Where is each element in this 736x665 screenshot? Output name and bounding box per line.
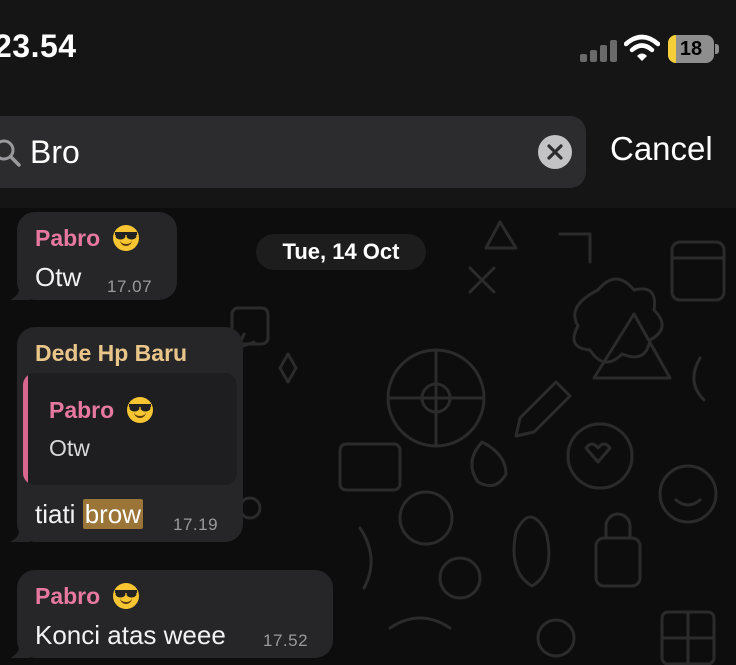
sender-name[interactable]: Pabro bbox=[35, 225, 100, 252]
battery-icon: 18 bbox=[668, 35, 719, 63]
reply-accent-bar bbox=[23, 373, 28, 485]
message-text-part: tiati bbox=[35, 499, 83, 529]
cellular-signal-icon bbox=[580, 38, 618, 62]
bubble-tail bbox=[10, 642, 30, 658]
reply-quote[interactable]: Pabro Otw bbox=[23, 373, 237, 485]
reply-text: Otw bbox=[49, 435, 90, 461]
clear-icon bbox=[547, 144, 563, 160]
bubble-tail bbox=[10, 526, 30, 542]
sender-name[interactable]: Dede Hp Baru bbox=[35, 340, 187, 367]
status-time: 23.54 bbox=[0, 28, 77, 64]
clear-search-button[interactable] bbox=[538, 135, 572, 169]
message-text: tiati brow bbox=[35, 499, 144, 530]
message-time: 17.07 bbox=[107, 277, 153, 296]
sunglasses-emoji-icon bbox=[127, 397, 153, 423]
sunglasses-emoji-icon bbox=[113, 225, 139, 251]
cancel-button[interactable]: Cancel bbox=[610, 130, 713, 168]
search-field[interactable] bbox=[0, 116, 586, 188]
reply-sender-name: Pabro bbox=[49, 397, 115, 423]
message-time: 17.19 bbox=[173, 515, 219, 534]
message-bubble[interactable]: Pabro Otw 17.07 bbox=[10, 212, 177, 300]
battery-percentage: 18 bbox=[679, 38, 703, 60]
date-separator: Tue, 14 Oct bbox=[256, 234, 426, 270]
search-icon bbox=[0, 139, 21, 167]
wifi-icon bbox=[624, 34, 660, 61]
message-bubble[interactable]: Dede Hp Baru Pabro Otw tiati brow 17.19 bbox=[10, 327, 243, 542]
search-match-highlight: brow bbox=[82, 499, 144, 529]
bubble-tail bbox=[10, 284, 30, 300]
sunglasses-emoji-icon bbox=[113, 583, 139, 609]
message-bubble[interactable]: Pabro Konci atas weee 17.52 bbox=[10, 570, 333, 658]
sender-name[interactable]: Pabro bbox=[35, 583, 100, 610]
search-input[interactable] bbox=[30, 130, 510, 174]
message-text: Otw bbox=[35, 262, 82, 292]
message-text: Konci atas weee bbox=[35, 620, 226, 650]
chat-search-screen: 23.54 18 Bro Cancel Pabro Otw 17.07 Tue,… bbox=[0, 0, 736, 665]
search-bar: Cancel bbox=[0, 100, 736, 208]
message-time: 17.52 bbox=[263, 631, 309, 650]
chat-area[interactable]: Pabro Otw 17.07 Tue, 14 Oct Dede Hp Baru… bbox=[0, 208, 736, 665]
status-bar: 23.54 18 bbox=[0, 0, 736, 100]
